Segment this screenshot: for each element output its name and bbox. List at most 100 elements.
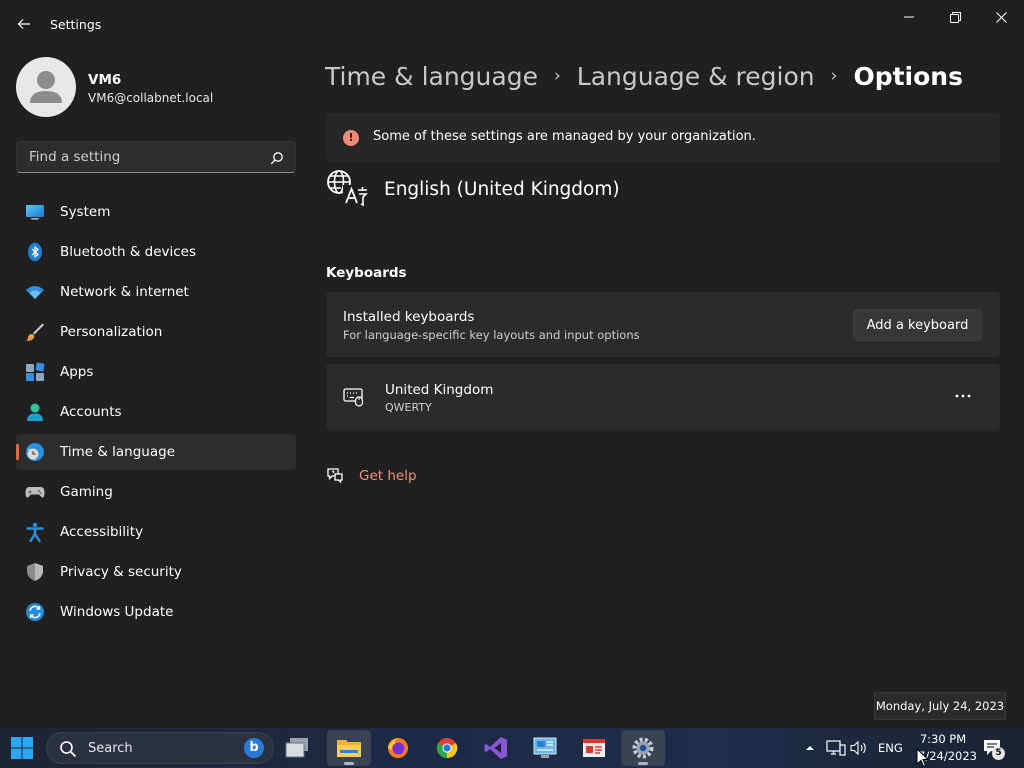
language-icon xyxy=(327,170,368,207)
back-button[interactable] xyxy=(12,12,36,36)
keyboards-section-title: Keyboards xyxy=(326,265,407,281)
update-icon xyxy=(26,603,44,621)
control-panel-button[interactable] xyxy=(523,730,567,766)
user-email: VM6@collabnet.local xyxy=(88,91,214,105)
sidebar-item-label: Time & language xyxy=(60,444,176,460)
avatar[interactable] xyxy=(16,57,76,117)
keyboard-item-card: United Kingdom QWERTY xyxy=(326,364,1000,430)
globe-clock-icon xyxy=(26,443,44,461)
restore-button[interactable] xyxy=(932,6,978,28)
title-bar: Settings xyxy=(0,0,1024,48)
sidebar-item-windows-update[interactable]: Windows Update xyxy=(16,594,296,630)
gamepad-icon xyxy=(25,487,45,498)
settings-app-button[interactable] xyxy=(621,730,665,766)
close-icon xyxy=(995,11,1007,23)
chrome-button[interactable] xyxy=(425,730,469,766)
sidebar-item-apps[interactable]: Apps xyxy=(16,354,296,390)
search-box[interactable] xyxy=(16,141,296,173)
language-header: English (United Kingdom) xyxy=(325,168,825,212)
visual-studio-icon xyxy=(484,737,507,759)
shield-icon xyxy=(27,563,43,581)
sidebar-item-label: Accessibility xyxy=(60,524,144,540)
keyboard-layout: QWERTY xyxy=(385,401,432,414)
person-icon xyxy=(27,403,43,421)
breadcrumb-language-region[interactable]: Language & region xyxy=(577,62,815,91)
banner-text: Some of these settings are managed by yo… xyxy=(373,129,756,144)
breadcrumb-separator: › xyxy=(830,66,838,86)
add-keyboard-button[interactable]: Add a keyboard xyxy=(853,309,982,341)
info-icon: ! xyxy=(343,130,359,146)
sidebar-item-label: Gaming xyxy=(60,484,113,500)
bing-icon: b xyxy=(244,738,264,758)
breadcrumb: Time & language › Language & region › Op… xyxy=(325,58,963,94)
get-help-link[interactable]: Get help xyxy=(359,468,417,484)
sidebar-item-system[interactable]: System xyxy=(16,194,296,230)
task-view-icon xyxy=(285,738,308,758)
search-icon xyxy=(60,741,77,758)
notification-count-badge: 5 xyxy=(992,747,1005,760)
minimize-icon xyxy=(904,16,914,18)
sidebar-item-label: Privacy & security xyxy=(60,564,182,580)
selection-indicator xyxy=(16,444,19,460)
sidebar-item-label: Bluetooth & devices xyxy=(60,244,197,260)
restore-icon xyxy=(949,11,961,23)
sidebar-item-gaming[interactable]: Gaming xyxy=(16,474,296,510)
brush-icon xyxy=(26,323,44,341)
bluetooth-icon xyxy=(28,242,42,262)
installed-keyboards-title: Installed keyboards xyxy=(343,309,475,325)
input-language-button[interactable]: ENG xyxy=(878,728,903,768)
sidebar: VM6 VM6@collabnet.local System Bluetooth… xyxy=(0,48,310,728)
installed-keyboards-subtitle: For language-specific key layouts and in… xyxy=(343,328,640,342)
sidebar-item-label: Personalization xyxy=(60,324,163,340)
keyboard-icon xyxy=(343,388,364,407)
gear-icon xyxy=(632,737,654,759)
sidebar-item-label: System xyxy=(60,204,111,220)
folder-icon xyxy=(337,740,361,757)
keyboard-name: United Kingdom xyxy=(385,382,494,398)
firefox-button[interactable] xyxy=(376,730,420,766)
file-explorer-button[interactable] xyxy=(327,730,371,766)
network-tray-button[interactable] xyxy=(826,728,846,768)
chrome-icon xyxy=(436,738,458,759)
wifi-icon xyxy=(26,286,44,299)
sidebar-item-personalization[interactable]: Personalization xyxy=(16,314,296,350)
control-panel-icon xyxy=(533,737,557,758)
more-icon xyxy=(955,394,971,398)
sidebar-item-network[interactable]: Network & internet xyxy=(16,274,296,310)
search-input[interactable] xyxy=(27,148,267,166)
sidebar-item-label: Apps xyxy=(60,364,94,380)
close-button[interactable] xyxy=(978,6,1024,28)
presentation-icon xyxy=(583,739,605,757)
sidebar-item-label: Accounts xyxy=(60,404,122,420)
windows-start-icon[interactable] xyxy=(10,736,34,760)
language-title: English (United Kingdom) xyxy=(384,179,620,200)
volume-tray-button[interactable] xyxy=(850,728,868,768)
show-hidden-icons-button[interactable] xyxy=(804,728,816,768)
volume-icon xyxy=(850,740,866,756)
firefox-icon xyxy=(388,738,408,758)
sidebar-item-bluetooth[interactable]: Bluetooth & devices xyxy=(16,234,296,270)
sidebar-item-time-language[interactable]: Time & language xyxy=(16,434,296,470)
sidebar-item-accounts[interactable]: Accounts xyxy=(16,394,296,430)
help-chat-icon xyxy=(327,468,343,484)
taskbar-search-label: Search xyxy=(88,741,133,756)
date-tooltip: Monday, July 24, 2023 xyxy=(874,692,1006,720)
breadcrumb-time-language[interactable]: Time & language xyxy=(325,62,538,91)
sidebar-item-accessibility[interactable]: Accessibility xyxy=(16,514,296,550)
apps-icon xyxy=(26,362,45,381)
accessibility-icon xyxy=(26,522,44,542)
sidebar-item-label: Network & internet xyxy=(60,284,189,300)
nav-list: System Bluetooth & devices Network & int… xyxy=(16,194,296,634)
presentation-app-button[interactable] xyxy=(572,730,616,766)
minimize-button[interactable] xyxy=(886,6,932,28)
chevron-up-icon xyxy=(806,746,814,750)
more-options-button[interactable] xyxy=(948,384,978,408)
sidebar-item-label: Windows Update xyxy=(60,604,174,620)
task-view-button[interactable] xyxy=(276,730,320,766)
user-name: VM6 xyxy=(88,72,122,88)
visual-studio-button[interactable] xyxy=(474,730,518,766)
taskbar-search[interactable]: Search b xyxy=(46,732,274,764)
monitor-icon xyxy=(26,205,44,220)
clock-time: 7:30 PM xyxy=(919,732,967,746)
sidebar-item-privacy[interactable]: Privacy & security xyxy=(16,554,296,590)
